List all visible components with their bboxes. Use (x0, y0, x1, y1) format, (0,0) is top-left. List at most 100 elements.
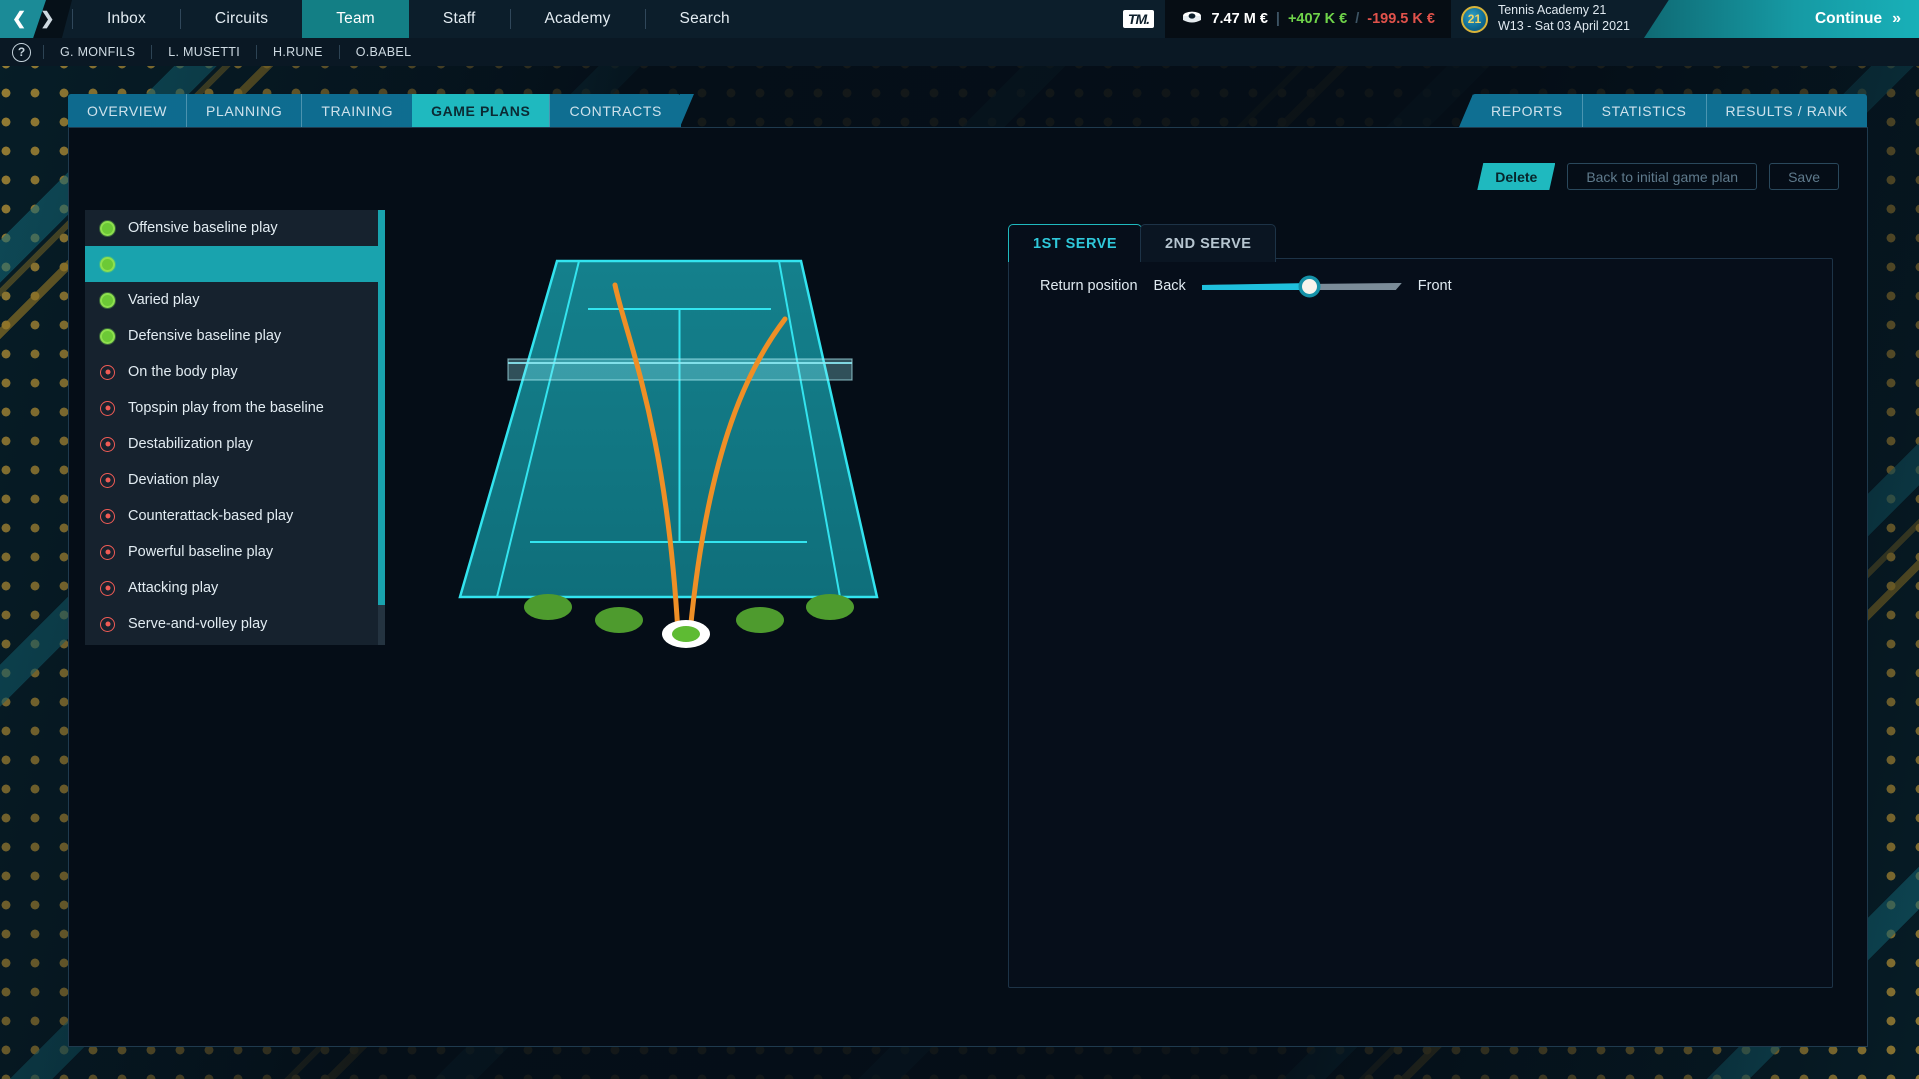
list-item[interactable]: Attacking play (85, 570, 385, 606)
list-item[interactable]: Deviation play (85, 462, 385, 498)
money-slash: / (1355, 11, 1359, 27)
gameplan-list-scrollbar[interactable] (378, 210, 385, 645)
save-button[interactable]: Save (1769, 163, 1839, 190)
club-name: Tennis Academy 21 (1498, 3, 1630, 19)
status-dot-icon (100, 365, 115, 380)
gameplan-label: Defensive baseline play (128, 328, 281, 344)
gameplan-label: Offensive baseline play (128, 220, 278, 236)
player-shortcut-rune[interactable]: H.RUNE (257, 45, 339, 59)
gameplan-list[interactable]: Offensive baseline play Varied play Defe… (85, 210, 385, 645)
gameplan-label: Counterattack-based play (128, 508, 293, 524)
list-item[interactable]: Varied play (85, 282, 385, 318)
tab-training[interactable]: TRAINING (301, 94, 412, 127)
gameplan-label: Serve-and-volley play (128, 616, 267, 632)
nav-item-circuits[interactable]: Circuits (181, 0, 302, 38)
gameplan-label: Destabilization play (128, 436, 253, 452)
topbar-spacer (764, 0, 1112, 38)
return-position-max-label: Front (1418, 278, 1452, 294)
list-item[interactable]: Defensive baseline play (85, 318, 385, 354)
position-marker-4 (806, 594, 854, 620)
nav-item-staff[interactable]: Staff (409, 0, 510, 38)
serve-tab-group: 1ST SERVE 2ND SERVE (1008, 224, 1276, 262)
tab-statistics[interactable]: STATISTICS (1582, 94, 1706, 127)
club-date: W13 - Sat 03 April 2021 (1498, 19, 1630, 35)
tab-2nd-serve[interactable]: 2ND SERVE (1140, 224, 1276, 262)
list-item[interactable]: Counterattack-based play (85, 498, 385, 534)
list-item[interactable]: Topspin play from the baseline (85, 390, 385, 426)
nav-item-team[interactable]: Team (302, 0, 409, 38)
app-root: ❮ ❯ Inbox Circuits Team Staff Academy Se… (0, 0, 1919, 1079)
player-shortcut-monfils[interactable]: G. MONFILS (44, 45, 151, 59)
list-item[interactable] (85, 246, 385, 282)
delete-button[interactable]: Delete (1477, 163, 1555, 190)
tab-planning[interactable]: PLANNING (186, 94, 301, 127)
club-text-block: Tennis Academy 21 W13 - Sat 03 April 202… (1498, 3, 1630, 34)
gameplan-label: On the body play (128, 364, 238, 380)
continue-chevron-icon: » (1892, 10, 1901, 28)
status-dot-icon (100, 473, 115, 488)
help-icon[interactable]: ? (12, 43, 31, 62)
return-position-label: Return position (1040, 278, 1138, 294)
position-marker-1 (524, 594, 572, 620)
continue-label: Continue (1815, 10, 1882, 28)
tab-game-plans[interactable]: GAME PLANS (412, 94, 549, 127)
nav-item-academy[interactable]: Academy (511, 0, 645, 38)
money-income: +407 K € (1288, 11, 1347, 27)
scrollbar-thumb[interactable] (378, 210, 385, 605)
status-dot-icon (100, 221, 115, 236)
nav-item-search[interactable]: Search (646, 0, 764, 38)
slider-knob[interactable] (1302, 279, 1317, 294)
money-stack-icon (1181, 11, 1203, 27)
status-dot-icon (100, 329, 115, 344)
top-navigation-bar: ❮ ❯ Inbox Circuits Team Staff Academy Se… (0, 0, 1919, 38)
slider-track-fill (1202, 283, 1310, 290)
status-dot-icon (100, 401, 115, 416)
back-to-initial-button[interactable]: Back to initial game plan (1567, 163, 1757, 190)
shot-settings-panel (1008, 258, 1833, 988)
player-shortcut-musetti[interactable]: L. MUSETTI (152, 45, 256, 59)
position-marker-2 (595, 607, 643, 633)
status-dot-icon (100, 257, 115, 272)
tab-contracts[interactable]: CONTRACTS (549, 94, 681, 127)
money-expense: -199.5 K € (1367, 11, 1435, 27)
back-arrow-icon[interactable]: ❮ (12, 0, 26, 38)
nav-arrows-group[interactable]: ❮ ❯ (0, 0, 72, 38)
position-marker-3 (736, 607, 784, 633)
nav-item-inbox[interactable]: Inbox (73, 0, 180, 38)
player-position-marker-inner (672, 626, 700, 642)
tab-results-rank[interactable]: RESULTS / RANK (1706, 94, 1868, 127)
gameplan-action-buttons: Delete Back to initial game plan Save (1477, 163, 1839, 190)
return-position-min-label: Back (1154, 278, 1186, 294)
tab-reports[interactable]: REPORTS (1472, 94, 1582, 127)
section-tabs-right: REPORTS STATISTICS RESULTS / RANK (1472, 94, 1867, 127)
status-dot-icon (100, 437, 115, 452)
tennis-manager-logo: TM. (1111, 0, 1165, 38)
gameplan-label: Powerful baseline play (128, 544, 273, 560)
section-tabs-left: OVERVIEW PLANNING TRAINING GAME PLANS CO… (68, 94, 681, 127)
return-position-row: Return position Back Front (1040, 278, 1452, 294)
gameplan-label: Attacking play (128, 580, 218, 596)
list-item[interactable]: On the body play (85, 354, 385, 390)
finances-display[interactable]: 7.47 M € | +407 K € / -199.5 K € (1165, 0, 1451, 38)
list-item[interactable]: Offensive baseline play (85, 210, 385, 246)
list-item[interactable]: Destabilization play (85, 426, 385, 462)
tennis-court-visualization[interactable] (430, 245, 930, 665)
forward-arrow-icon[interactable]: ❯ (40, 0, 54, 38)
tm-logo-text: TM. (1123, 10, 1154, 28)
status-dot-icon (100, 509, 115, 524)
status-dot-icon (100, 293, 115, 308)
club-badge-icon: 21 (1461, 6, 1488, 33)
list-item[interactable]: Powerful baseline play (85, 534, 385, 570)
status-dot-icon (100, 617, 115, 632)
status-dot-icon (100, 581, 115, 596)
list-item[interactable]: Serve-and-volley play (85, 606, 385, 642)
tab-overview[interactable]: OVERVIEW (68, 94, 186, 127)
gameplan-label: Topspin play from the baseline (128, 400, 324, 416)
return-position-slider[interactable] (1202, 281, 1402, 291)
gameplan-label: Deviation play (128, 472, 219, 488)
continue-button[interactable]: Continue » (1644, 0, 1919, 38)
tab-1st-serve[interactable]: 1ST SERVE (1008, 224, 1142, 262)
club-info[interactable]: 21 Tennis Academy 21 W13 - Sat 03 April … (1451, 0, 1644, 38)
player-shortcut-babel[interactable]: O.BABEL (340, 45, 428, 59)
gameplan-label: Varied play (128, 292, 199, 308)
